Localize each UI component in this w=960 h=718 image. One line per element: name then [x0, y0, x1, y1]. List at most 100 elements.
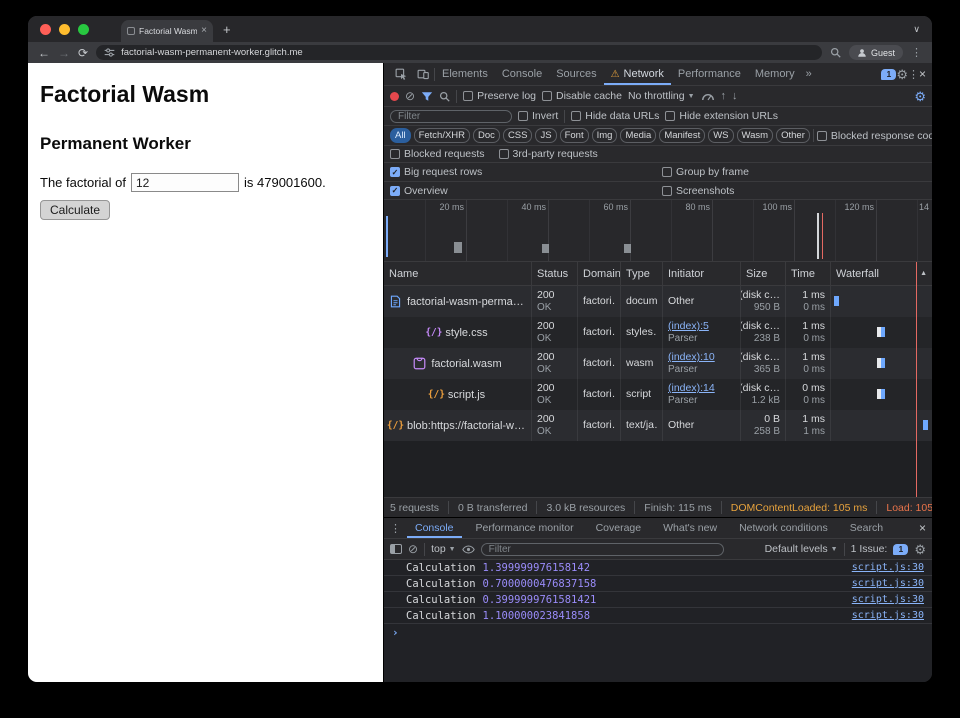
type-filter-js[interactable]: JS	[535, 128, 556, 143]
filter-funnel-icon[interactable]	[421, 91, 433, 102]
eye-icon[interactable]	[462, 544, 475, 555]
tab-close-icon[interactable]: ×	[201, 26, 207, 36]
screenshots-checkbox[interactable]: Screenshots	[662, 185, 734, 197]
address-bar[interactable]: factorial-wasm-permanent-worker.glitch.m…	[96, 45, 822, 60]
calculate-button[interactable]: Calculate	[40, 200, 110, 220]
issues-bubble-icon[interactable]: 1	[893, 544, 908, 555]
table-row[interactable]: factorial-wasm-permane… 200OK factori… d…	[384, 286, 932, 317]
type-filter-doc[interactable]: Doc	[473, 128, 500, 143]
drawer-tab-console[interactable]: Console	[407, 518, 462, 538]
source-link[interactable]: script.js:30	[852, 610, 924, 621]
drawer-tab-search[interactable]: Search	[842, 518, 891, 538]
clear-console-icon[interactable]: ⊘	[408, 543, 418, 555]
new-tab-button[interactable]: +	[223, 22, 231, 37]
export-har-icon[interactable]: ↑	[721, 91, 727, 102]
console-settings-gear-icon[interactable]: ⚙	[914, 543, 926, 556]
tab-sources[interactable]: Sources	[549, 63, 603, 85]
drawer-tab-whats-new[interactable]: What's new	[655, 518, 725, 538]
tab-console[interactable]: Console	[495, 63, 549, 85]
import-har-icon[interactable]: ↓	[732, 91, 738, 102]
throttling-select[interactable]: No throttling ▼	[628, 90, 695, 102]
col-time[interactable]: Time	[786, 262, 831, 285]
console-message[interactable]: Calculation 1.399999976158142 script.js:…	[384, 560, 932, 576]
back-icon[interactable]: ←	[38, 47, 50, 59]
col-name[interactable]: Name	[384, 262, 532, 285]
type-filter-fetchxhr[interactable]: Fetch/XHR	[414, 128, 470, 143]
type-filter-ws[interactable]: WS	[708, 128, 733, 143]
blocked-response-cookies-checkbox[interactable]: Blocked response cookies	[817, 130, 932, 142]
tab-network[interactable]: ⚠ Network	[604, 63, 671, 85]
overview-checkbox[interactable]: ✓ Overview	[390, 185, 662, 197]
network-overview-timeline[interactable]: 20 ms 40 ms 60 ms 80 ms 100 ms 120 ms 14	[384, 200, 932, 262]
browser-tab[interactable]: Factorial Wasm (permanent ×	[121, 20, 213, 42]
invert-checkbox[interactable]: Invert	[518, 110, 558, 122]
source-link[interactable]: script.js:30	[852, 578, 924, 589]
network-conditions-icon[interactable]	[701, 91, 715, 101]
console-message[interactable]: Calculation 0.3999999761581421 script.js…	[384, 592, 932, 608]
third-party-requests-checkbox[interactable]: 3rd-party requests	[499, 148, 598, 160]
drawer-tab-coverage[interactable]: Coverage	[588, 518, 650, 538]
disable-cache-checkbox[interactable]: Disable cache	[542, 90, 622, 102]
request-initiator-link[interactable]: (index):5	[668, 320, 735, 333]
console-message[interactable]: Calculation 0.7000000476837158 script.js…	[384, 576, 932, 592]
col-initiator[interactable]: Initiator	[663, 262, 741, 285]
zoom-window-button[interactable]	[78, 24, 89, 35]
drawer-close-icon[interactable]: ×	[919, 521, 926, 535]
table-row[interactable]: {/}script.js 200OK factori… script (inde…	[384, 379, 932, 410]
type-filter-css[interactable]: CSS	[503, 128, 533, 143]
issues-bubble-icon[interactable]: 1	[881, 69, 896, 80]
source-link[interactable]: script.js:30	[852, 562, 924, 573]
inspect-element-icon[interactable]	[390, 68, 412, 80]
type-filter-other[interactable]: Other	[776, 128, 810, 143]
more-tabs-icon[interactable]: »	[802, 68, 816, 80]
drawer-tab-network-conditions[interactable]: Network conditions	[731, 518, 836, 538]
col-domain[interactable]: Domain	[578, 262, 621, 285]
device-toolbar-icon[interactable]	[412, 68, 434, 80]
table-row[interactable]: factorial.wasm 200OK factori… wasm (inde…	[384, 348, 932, 379]
col-status[interactable]: Status	[532, 262, 578, 285]
type-filter-media[interactable]: Media	[620, 128, 656, 143]
tab-memory[interactable]: Memory	[748, 63, 802, 85]
clear-icon[interactable]: ⊘	[405, 90, 415, 102]
tab-performance[interactable]: Performance	[671, 63, 748, 85]
preserve-log-checkbox[interactable]: Preserve log	[463, 90, 536, 102]
big-request-rows-checkbox[interactable]: ✓ Big request rows	[390, 166, 662, 178]
hide-data-urls-checkbox[interactable]: Hide data URLs	[571, 110, 659, 122]
tab-elements[interactable]: Elements	[435, 63, 495, 85]
source-link[interactable]: script.js:30	[852, 594, 924, 605]
request-initiator-link[interactable]: (index):14	[668, 382, 735, 395]
table-row[interactable]: {/}style.css 200OK factori… styles… (ind…	[384, 317, 932, 348]
minimize-window-button[interactable]	[59, 24, 70, 35]
profile-badge[interactable]: Guest	[849, 45, 903, 60]
type-filter-wasm[interactable]: Wasm	[737, 128, 774, 143]
drawer-tab-performance-monitor[interactable]: Performance monitor	[468, 518, 582, 538]
type-filter-font[interactable]: Font	[560, 128, 589, 143]
search-icon[interactable]	[439, 91, 450, 102]
record-icon[interactable]	[390, 92, 399, 101]
search-tabs-icon[interactable]	[830, 47, 841, 58]
drawer-menu-icon[interactable]: ⋮	[390, 522, 401, 535]
reload-icon[interactable]: ⟳	[78, 47, 88, 59]
col-type[interactable]: Type	[621, 262, 663, 285]
table-row[interactable]: {/}blob:https://factorial-wa… 200OK fact…	[384, 410, 932, 441]
type-filter-manifest[interactable]: Manifest	[659, 128, 705, 143]
blocked-requests-checkbox[interactable]: Blocked requests	[390, 148, 485, 160]
network-settings-gear-icon[interactable]: ⚙	[914, 90, 926, 103]
col-size[interactable]: Size	[741, 262, 786, 285]
settings-gear-icon[interactable]: ⚙	[896, 68, 908, 81]
console-message[interactable]: Calculation 1.100000023841858 script.js:…	[384, 608, 932, 624]
console-filter-input[interactable]	[481, 543, 724, 556]
browser-menu-icon[interactable]: ⋮	[911, 46, 922, 59]
devtools-menu-icon[interactable]: ⋮	[908, 68, 919, 81]
console-sidebar-icon[interactable]	[390, 544, 402, 554]
forward-icon[interactable]: →	[58, 47, 70, 59]
network-filter-input[interactable]	[390, 110, 512, 123]
hide-extension-urls-checkbox[interactable]: Hide extension URLs	[665, 110, 778, 122]
tab-search-chevron-icon[interactable]: ∨	[913, 24, 920, 35]
tune-icon[interactable]	[104, 47, 115, 58]
type-filter-all[interactable]: All	[390, 128, 411, 143]
devtools-close-icon[interactable]: ×	[919, 67, 926, 81]
context-select[interactable]: top ▼	[431, 543, 456, 555]
type-filter-img[interactable]: Img	[592, 128, 618, 143]
request-initiator-link[interactable]: (index):10	[668, 351, 735, 364]
